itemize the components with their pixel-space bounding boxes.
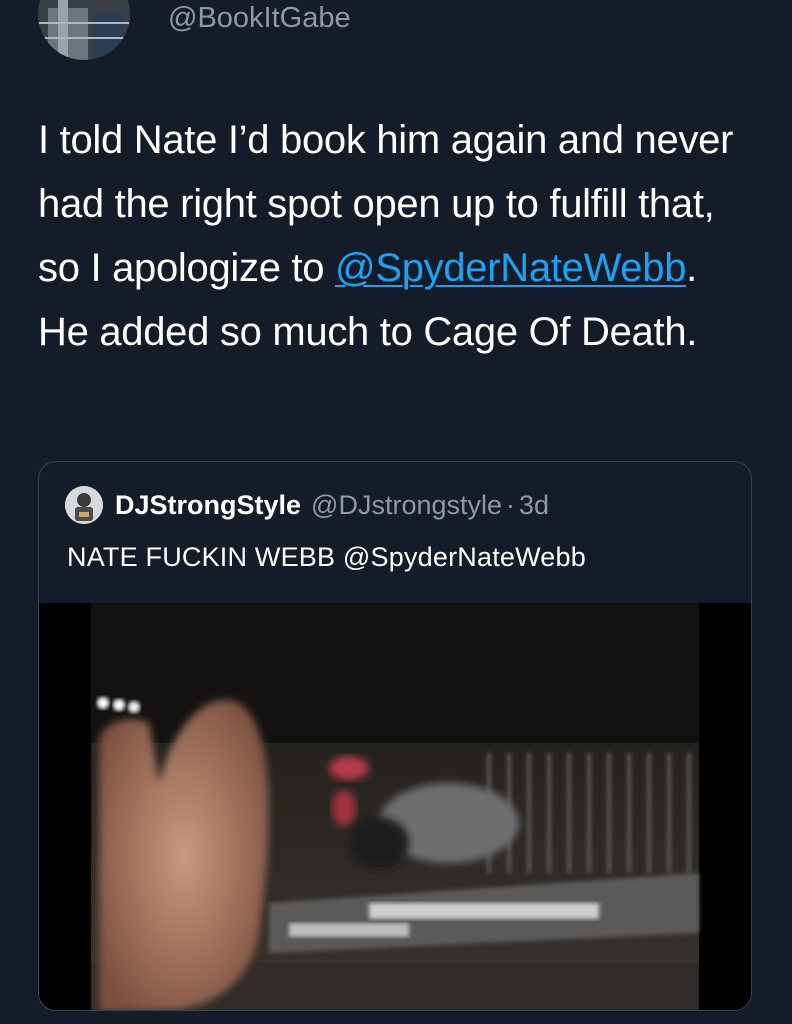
mention-link[interactable]: @SpyderNateWebb: [335, 246, 686, 290]
quoted-tweet-header: DJStrongStyle @DJstrongstyle · 3d: [65, 486, 549, 524]
author-avatar-image: [38, 0, 130, 60]
video-thumbnail: [39, 603, 751, 1010]
quoted-handle[interactable]: @DJstrongstyle: [311, 490, 502, 521]
author-handle[interactable]: @BookItGabe: [168, 2, 351, 35]
quoted-author-avatar[interactable]: [65, 486, 103, 524]
separator-dot: ·: [506, 489, 516, 520]
quoted-timestamp[interactable]: 3d: [519, 490, 549, 521]
quoted-display-name[interactable]: DJStrongStyle: [115, 490, 301, 521]
quoted-tweet-card[interactable]: DJStrongStyle @DJstrongstyle · 3d NATE F…: [38, 461, 752, 1011]
video-player[interactable]: [39, 603, 751, 1010]
quoted-tweet-text: NATE FUCKIN WEBB @SpyderNateWebb: [67, 542, 586, 572]
author-avatar[interactable]: [38, 0, 130, 60]
tweet-body: I told Nate I’d book him again and never…: [38, 108, 758, 364]
quoted-avatar-image: [65, 486, 103, 524]
